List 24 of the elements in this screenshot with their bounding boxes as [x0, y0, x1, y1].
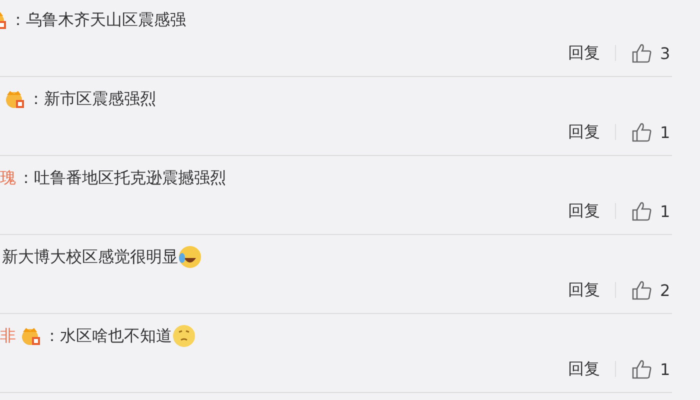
like-count: 1 [660, 360, 672, 378]
comment-text: ：乌鲁木齐天山区震感强 [9, 10, 186, 30]
reply-link[interactable]: 回复 [568, 280, 600, 300]
thumbs-up-icon[interactable] [631, 42, 653, 64]
like-count: 1 [660, 202, 672, 220]
thinking-emoji-icon [172, 324, 196, 348]
thumbs-up-icon[interactable] [631, 121, 653, 143]
reply-link[interactable]: 回复 [568, 200, 600, 222]
like-count: 2 [660, 280, 672, 300]
thumbs-up-icon[interactable] [631, 358, 653, 380]
reply-link[interactable]: 回复 [568, 122, 600, 142]
crown-badge-icon [20, 326, 42, 346]
comment-text: ：新市区震感强烈 [27, 88, 156, 110]
comment-text: ：水区啥也不知道 [43, 326, 172, 346]
thumbs-up-icon[interactable] [631, 279, 653, 301]
comment-text: 新大博大校区感觉很明显 [1, 246, 178, 268]
reply-link[interactable]: 回复 [568, 42, 600, 64]
comment-text: ：吐鲁番地区托克逊震撼强烈 [17, 168, 226, 188]
laughing-crying-emoji-icon [178, 245, 202, 269]
thumbs-up-icon[interactable] [631, 200, 653, 222]
crown-badge-icon [4, 89, 26, 109]
like-count: 1 [660, 122, 672, 142]
reply-link[interactable]: 回复 [568, 358, 600, 380]
like-count: 3 [660, 44, 672, 62]
